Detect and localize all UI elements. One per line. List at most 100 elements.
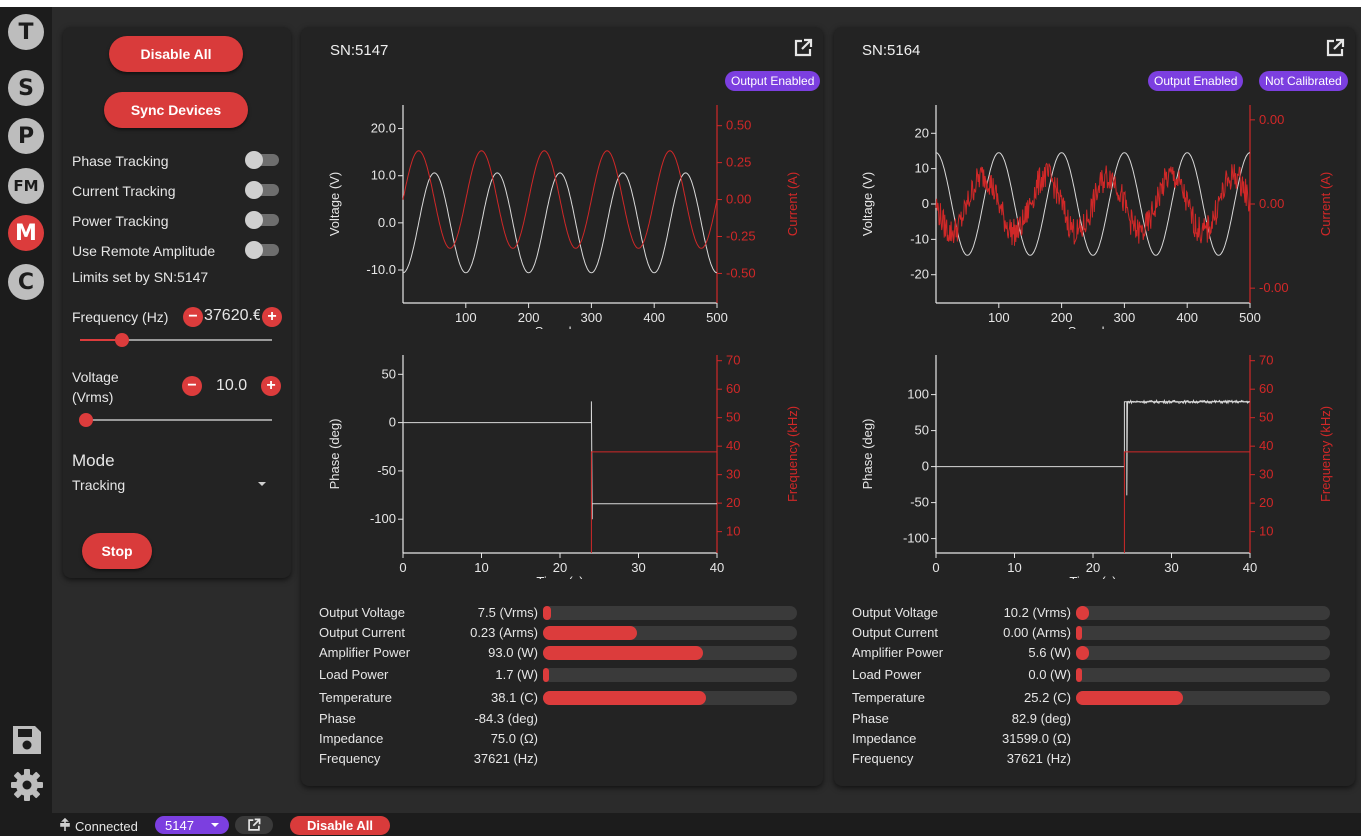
x-tick-label: 40 bbox=[1243, 560, 1257, 575]
metric-value: 0.00 (Arms) bbox=[1003, 625, 1071, 640]
device-serial: SN:5147 bbox=[330, 42, 389, 59]
output-enabled-badge: Output Enabled bbox=[1148, 71, 1244, 91]
gear-icon[interactable] bbox=[10, 768, 44, 802]
x-tick-label: 0 bbox=[399, 560, 406, 575]
mode-label: Mode bbox=[72, 451, 115, 470]
x-axis-label: Samples bbox=[1068, 324, 1119, 329]
y-axis-label: Voltage (V) bbox=[327, 172, 342, 236]
y-tick-label: 0 bbox=[922, 459, 929, 474]
metric-value: 37621 (Hz) bbox=[1006, 751, 1071, 766]
phase-tracking-toggle[interactable] bbox=[245, 151, 279, 169]
metric-name: Output Current bbox=[319, 625, 405, 640]
x-tick-label: 30 bbox=[631, 560, 645, 575]
metric-bar-fill bbox=[1076, 646, 1089, 660]
power-tracking-toggle[interactable] bbox=[245, 211, 279, 229]
metric-name: Impedance bbox=[319, 731, 384, 746]
metric-name: Amplifier Power bbox=[852, 645, 944, 660]
metric-bar bbox=[1076, 668, 1330, 682]
chevron-down-icon[interactable] bbox=[256, 480, 268, 488]
metric-name: Temperature bbox=[319, 690, 392, 705]
frequency-slider[interactable] bbox=[80, 333, 272, 347]
x-axis-label: Time (s) bbox=[536, 574, 583, 579]
device-select[interactable]: 5147 bbox=[155, 816, 229, 834]
sync-devices-button[interactable]: Sync Devices bbox=[104, 92, 248, 128]
external-link-icon[interactable] bbox=[793, 38, 813, 58]
y2-axis-label: Frequency (kHz) bbox=[785, 406, 800, 502]
waveform-plot: 100 200 300 400 500 20.0 10.0 0.0 -10.0 0.50 0.25 0… bbox=[327, 105, 800, 329]
rail-button-t[interactable]: T bbox=[8, 14, 44, 50]
y2-tick-label: 30 bbox=[1259, 467, 1273, 482]
voltage-decrement-button[interactable]: − bbox=[182, 376, 202, 396]
metric-bar-fill bbox=[543, 668, 549, 682]
external-link-icon[interactable] bbox=[1325, 38, 1345, 58]
voltage-label: Voltage bbox=[72, 369, 119, 385]
rail-button-fm[interactable]: FM bbox=[8, 168, 44, 204]
metric-name: Load Power bbox=[319, 667, 389, 682]
frequency-decrement-button[interactable]: − bbox=[183, 307, 203, 327]
series-line-0 bbox=[403, 401, 717, 520]
save-icon[interactable] bbox=[10, 723, 44, 757]
rail-button-m[interactable]: M bbox=[8, 215, 44, 251]
x-axis-label: Time (s) bbox=[1069, 574, 1116, 579]
frequency-increment-button[interactable]: + bbox=[262, 307, 282, 327]
y2-tick-label: 20 bbox=[726, 495, 740, 510]
metric-name: Temperature bbox=[852, 690, 925, 705]
metric-name: Amplifier Power bbox=[319, 645, 411, 660]
output-enabled-badge: Output Enabled bbox=[725, 71, 821, 91]
footer-disable-all-button[interactable]: Disable All bbox=[290, 816, 390, 835]
limits-text: Limits set by SN:5147 bbox=[72, 269, 209, 285]
y2-tick-label: 0.00 bbox=[1259, 112, 1284, 127]
rail-button-p[interactable]: P bbox=[8, 118, 44, 154]
x-tick-label: 0 bbox=[932, 560, 939, 575]
y-tick-label: 20 bbox=[915, 125, 929, 140]
popout-button[interactable] bbox=[235, 816, 273, 834]
y2-tick-label: 0.00 bbox=[726, 192, 751, 207]
x-tick-label: 40 bbox=[710, 560, 724, 575]
metric-value: 38.1 (C) bbox=[491, 690, 538, 705]
metric-bar bbox=[543, 626, 797, 640]
metric-bar bbox=[1076, 626, 1330, 640]
mode-select-value[interactable]: Tracking bbox=[72, 477, 125, 493]
rail-button-s[interactable]: S bbox=[8, 70, 44, 106]
metric-value: 25.2 (C) bbox=[1024, 690, 1071, 705]
rail-button-c[interactable]: C bbox=[8, 264, 44, 300]
metric-value: 82.9 (deg) bbox=[1011, 711, 1071, 726]
y-tick-label: -100 bbox=[903, 531, 929, 546]
stop-button[interactable]: Stop bbox=[82, 533, 152, 569]
y-tick-label: 50 bbox=[915, 423, 929, 438]
side-rail: T S P FM M C bbox=[0, 7, 52, 813]
frequency-slider-knob[interactable] bbox=[115, 333, 130, 347]
remote-amplitude-toggle[interactable] bbox=[245, 241, 279, 259]
y2-tick-label: 50 bbox=[726, 410, 740, 425]
y-tick-label: -10.0 bbox=[366, 262, 396, 277]
voltage-slider[interactable] bbox=[78, 413, 272, 427]
x-axis-label: Samples bbox=[535, 324, 586, 329]
metric-value: 5.6 (W) bbox=[1028, 645, 1071, 660]
voltage-slider-knob[interactable] bbox=[78, 413, 93, 427]
y-tick-label: 0 bbox=[922, 196, 929, 211]
frequency-value[interactable]: 37620.€ bbox=[204, 307, 260, 325]
x-tick-label: 400 bbox=[1176, 310, 1198, 325]
metric-bar-fill bbox=[543, 626, 637, 640]
not-calibrated-badge: Not Calibrated bbox=[1259, 71, 1348, 91]
y2-tick-label: 20 bbox=[1259, 495, 1273, 510]
metric-bar bbox=[543, 606, 797, 620]
y-tick-label: -20 bbox=[910, 267, 929, 282]
external-link-icon bbox=[248, 818, 261, 831]
metric-name: Frequency bbox=[852, 751, 914, 766]
metric-bar-fill bbox=[543, 646, 704, 660]
metric-value: 1.7 (W) bbox=[495, 667, 538, 682]
metric-value: -84.3 (deg) bbox=[474, 711, 538, 726]
x-tick-label: 300 bbox=[581, 310, 603, 325]
voltage-increment-button[interactable]: + bbox=[261, 376, 281, 396]
voltage-value[interactable]: 10.0 bbox=[216, 377, 247, 395]
y-tick-label: 100 bbox=[907, 387, 929, 402]
y-tick-label: 20.0 bbox=[371, 121, 396, 136]
x-tick-label: 10 bbox=[1007, 560, 1021, 575]
current-tracking-toggle[interactable] bbox=[245, 181, 279, 199]
disable-all-button[interactable]: Disable All bbox=[109, 36, 243, 72]
y2-tick-label: 70 bbox=[726, 353, 740, 368]
y2-tick-label: -0.50 bbox=[726, 265, 756, 280]
y-tick-label: -50 bbox=[910, 495, 929, 510]
metric-bar-fill bbox=[1076, 606, 1089, 620]
